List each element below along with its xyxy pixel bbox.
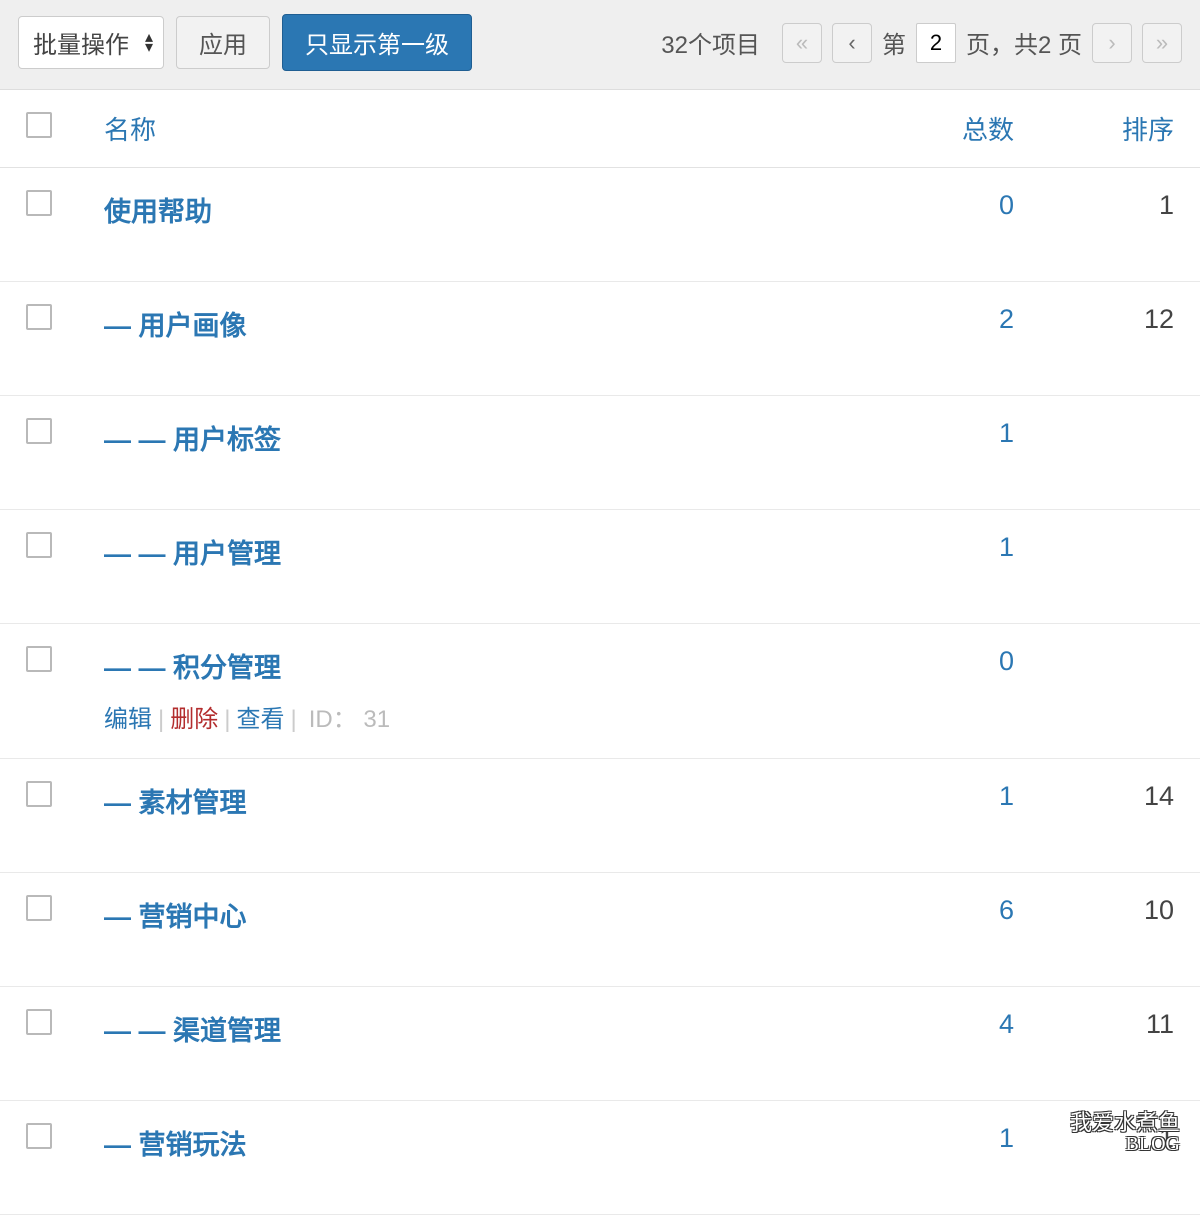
next-page-button[interactable]: › [1092,23,1132,63]
td-name: — — 渠道管理 [78,987,880,1101]
row-actions: 编辑|删除|查看|ID： 31 [104,699,854,734]
count-link[interactable]: 6 [999,895,1014,925]
items-table: 名称 总数 排序 使用帮助01— 用户画像212— — 用户标签1— — 用户管… [0,90,1200,1215]
count-link[interactable]: 2 [999,304,1014,334]
filter-top-level-button[interactable]: 只显示第一级 [282,14,472,71]
td-count: 0 [880,168,1040,282]
td-checkbox [0,1101,78,1215]
select-all-checkbox[interactable] [26,112,52,138]
td-sort: 12 [1040,282,1200,396]
td-sort: 11 [1040,987,1200,1101]
row-checkbox[interactable] [26,781,52,807]
td-checkbox [0,987,78,1101]
table-row: 使用帮助 01 [0,168,1200,282]
select-arrows-icon: ▴▾ [145,33,153,53]
page-suffix: 页，共2 页 [966,25,1082,60]
td-count: 0 [880,624,1040,759]
table-row: — 用户画像 2 12 [0,282,1200,396]
count-link[interactable]: 1 [999,532,1014,562]
row-name-link[interactable]: 使用帮助 [104,197,212,227]
td-checkbox [0,873,78,987]
td-count: 6 [880,873,1040,987]
row-name-link[interactable]: — 营销玩法 [104,1130,247,1160]
row-checkbox[interactable] [26,646,52,672]
apply-button[interactable]: 应用 [176,16,270,69]
row-name-link[interactable]: — — 渠道管理 [104,1016,281,1046]
td-sort [1040,396,1200,510]
td-checkbox [0,624,78,759]
td-sort: 14 [1040,759,1200,873]
row-name-link[interactable]: — 素材管理 [104,788,247,818]
toolbar: 批量操作 ▴▾ 应用 只显示第一级 32个项目 « ‹ 第 页，共2 页 › » [0,0,1200,90]
td-name: — 营销玩法 [78,1101,880,1215]
td-checkbox [0,510,78,624]
last-page-button[interactable]: » [1142,23,1182,63]
row-checkbox[interactable] [26,304,52,330]
items-count: 32个项目 [661,25,760,60]
td-name: — — 积分管理编辑|删除|查看|ID： 31 [78,624,880,759]
td-name: — 素材管理 [78,759,880,873]
th-checkbox [0,90,78,168]
row-checkbox[interactable] [26,1009,52,1035]
row-id-label: ID： 31 [309,706,390,733]
bulk-action-label: 批量操作 [33,32,129,59]
count-link[interactable]: 0 [999,646,1014,676]
th-sort[interactable]: 排序 [1040,90,1200,168]
table-row: — 营销中心 6 10 [0,873,1200,987]
count-link[interactable]: 4 [999,1009,1014,1039]
row-checkbox[interactable] [26,190,52,216]
row-checkbox[interactable] [26,1123,52,1149]
td-name: — 营销中心 [78,873,880,987]
row-checkbox[interactable] [26,532,52,558]
pagination: 32个项目 « ‹ 第 页，共2 页 › » [661,23,1182,63]
td-name: — — 用户标签 [78,396,880,510]
edit-link[interactable]: 编辑 [104,706,152,733]
page-prefix: 第 [882,25,906,60]
row-checkbox[interactable] [26,418,52,444]
delete-link[interactable]: 删除 [170,706,218,733]
prev-page-button[interactable]: ‹ [832,23,872,63]
td-checkbox [0,282,78,396]
td-count: 4 [880,987,1040,1101]
table-header-row: 名称 总数 排序 [0,90,1200,168]
td-sort: 1 [1040,1101,1200,1215]
row-name-link[interactable]: — 用户画像 [104,311,247,341]
td-count: 1 [880,396,1040,510]
td-sort: 10 [1040,873,1200,987]
current-page-input[interactable] [916,23,956,63]
th-name[interactable]: 名称 [78,90,880,168]
row-checkbox[interactable] [26,895,52,921]
view-link[interactable]: 查看 [236,706,284,733]
table-row: — — 渠道管理 4 11 [0,987,1200,1101]
td-sort [1040,510,1200,624]
table-row: — — 用户标签 1 [0,396,1200,510]
bulk-action-select[interactable]: 批量操作 ▴▾ [18,16,164,69]
count-link[interactable]: 1 [999,781,1014,811]
row-name-link[interactable]: — 营销中心 [104,902,247,932]
td-count: 1 [880,510,1040,624]
row-name-link[interactable]: — — 用户标签 [104,425,281,455]
td-name: — — 用户管理 [78,510,880,624]
td-sort: 1 [1040,168,1200,282]
td-checkbox [0,396,78,510]
td-count: 1 [880,759,1040,873]
td-checkbox [0,168,78,282]
count-link[interactable]: 0 [999,190,1014,220]
count-link[interactable]: 1 [999,1123,1014,1153]
row-name-link[interactable]: — — 用户管理 [104,539,281,569]
table-row: — 素材管理 1 14 [0,759,1200,873]
count-link[interactable]: 1 [999,418,1014,448]
td-name: 使用帮助 [78,168,880,282]
td-sort [1040,624,1200,759]
table-row: — — 积分管理编辑|删除|查看|ID： 31 0 [0,624,1200,759]
td-checkbox [0,759,78,873]
first-page-button[interactable]: « [782,23,822,63]
table-row: — — 用户管理 1 [0,510,1200,624]
th-count[interactable]: 总数 [880,90,1040,168]
table-row: — 营销玩法 11 [0,1101,1200,1215]
td-count: 1 [880,1101,1040,1215]
td-name: — 用户画像 [78,282,880,396]
td-count: 2 [880,282,1040,396]
row-name-link[interactable]: — — 积分管理 [104,653,281,683]
